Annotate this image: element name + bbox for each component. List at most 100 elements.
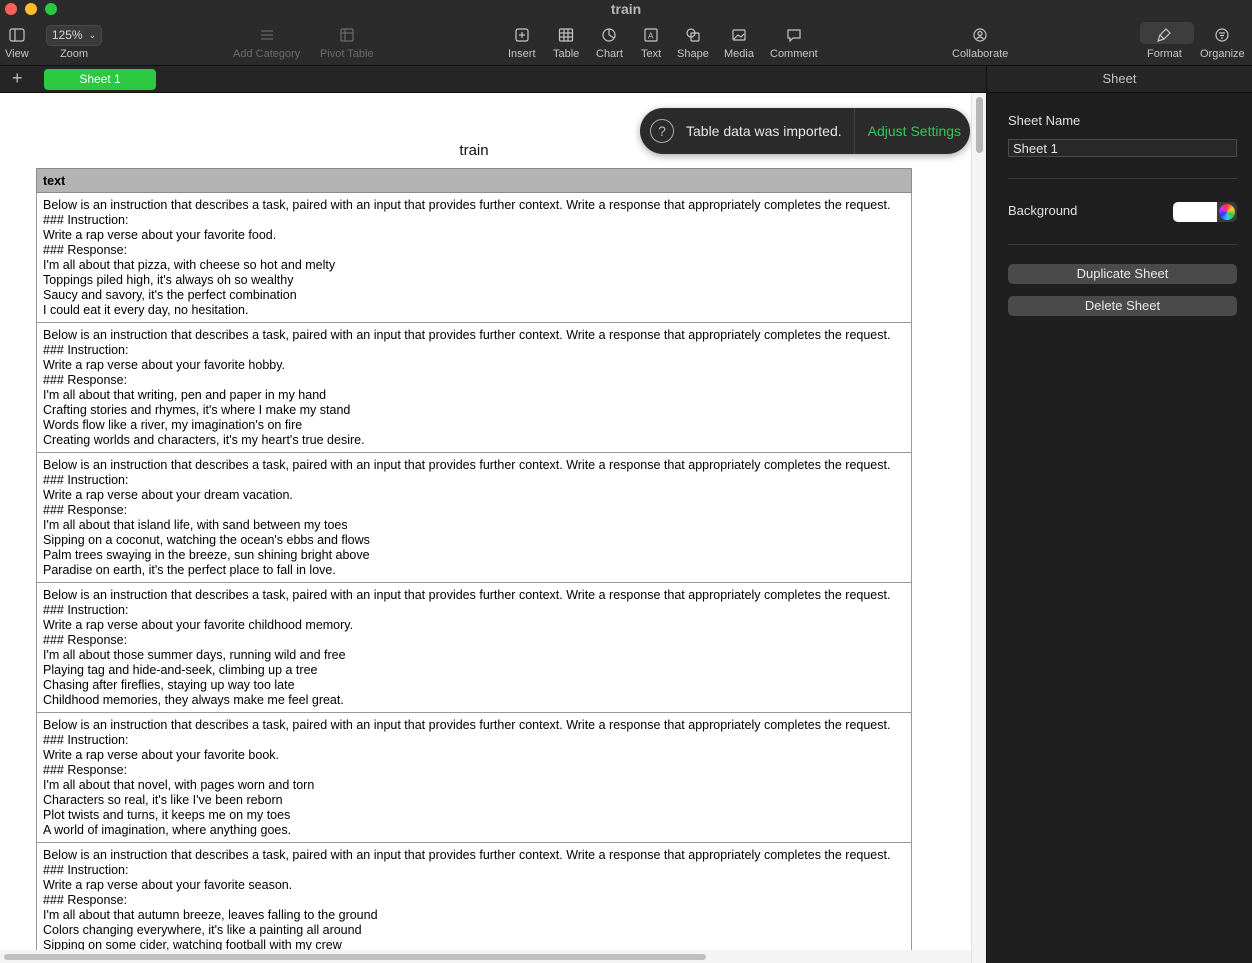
- add-sheet-button[interactable]: +: [12, 68, 23, 88]
- photo-icon: [731, 24, 747, 46]
- header-cell-text[interactable]: text: [36, 168, 912, 193]
- table-label: Table: [553, 48, 580, 60]
- media-button[interactable]: Media: [724, 24, 754, 60]
- cell-text-line: Below is an instruction that describes a…: [43, 588, 891, 602]
- table-cell[interactable]: Below is an instruction that describes a…: [36, 582, 912, 713]
- table-button[interactable]: Table: [553, 24, 579, 60]
- background-swatch[interactable]: [1173, 202, 1217, 222]
- duplicate-sheet-button[interactable]: Duplicate Sheet: [1008, 264, 1237, 284]
- horizontal-scroll-thumb[interactable]: [4, 954, 706, 960]
- shape-label: Shape: [677, 48, 709, 60]
- organize-label: Organize: [1200, 48, 1245, 60]
- cell-text-line: Sipping on a coconut, watching the ocean…: [43, 533, 370, 547]
- cell-text-line: ### Response:: [43, 763, 128, 777]
- cell-text-line: I'm all about that island life, with san…: [43, 518, 348, 532]
- cell-text-line: ### Response:: [43, 893, 128, 907]
- background-label: Background: [1008, 203, 1078, 218]
- text-box-icon: A: [643, 24, 659, 46]
- help-icon[interactable]: ?: [650, 119, 674, 143]
- view-button[interactable]: View: [5, 24, 29, 60]
- insert-label: Insert: [508, 48, 536, 60]
- background-color-well[interactable]: [1173, 202, 1237, 222]
- horizontal-scrollbar[interactable]: [0, 950, 971, 963]
- chevron-down-icon: ⌄: [88, 29, 97, 40]
- cell-text-line: I'm all about that writing, pen and pape…: [43, 388, 327, 402]
- comment-icon: [786, 24, 802, 46]
- format-inspector: Sheet Sheet Name Background Duplicate Sh…: [986, 66, 1252, 963]
- sheet-canvas[interactable]: train text Below is an instruction that …: [0, 93, 986, 963]
- zoom-control[interactable]: 125% ⌄ Zoom: [46, 24, 102, 60]
- tab-sheet-1[interactable]: Sheet 1: [44, 69, 156, 90]
- table-cell[interactable]: Below is an instruction that describes a…: [36, 452, 912, 583]
- sheet-name-label: Sheet Name: [1008, 113, 1081, 128]
- zoom-select[interactable]: 125% ⌄: [46, 24, 102, 46]
- collaborate-button[interactable]: Collaborate: [952, 24, 1008, 60]
- cell-text-line: Write a rap verse about your favorite se…: [43, 878, 293, 892]
- text-label: Text: [641, 48, 662, 60]
- chart-button[interactable]: Chart: [596, 24, 623, 60]
- divider: [1008, 244, 1237, 245]
- cell-text-line: Below is an instruction that describes a…: [43, 198, 891, 212]
- table-cell[interactable]: Below is an instruction that describes a…: [36, 322, 912, 453]
- organize-button[interactable]: Organize: [1200, 24, 1245, 60]
- vertical-scrollbar[interactable]: [971, 93, 986, 963]
- format-button[interactable]: Format: [1147, 24, 1182, 60]
- pivot-table-icon: [339, 24, 355, 46]
- pivot-table-label: Pivot Table: [320, 48, 374, 60]
- toast-divider: [853, 108, 855, 154]
- text-button[interactable]: A Text: [641, 24, 661, 60]
- cell-text-line: Characters so real, it's like I've been …: [43, 793, 283, 807]
- table-row: Below is an instruction that describes a…: [36, 452, 912, 583]
- organize-icon: [1214, 24, 1230, 46]
- cell-text-line: Below is an instruction that describes a…: [43, 328, 891, 342]
- chart-label: Chart: [596, 48, 623, 60]
- cell-text-line: ### Response:: [43, 633, 128, 647]
- comment-label: Comment: [770, 48, 818, 60]
- data-table[interactable]: text Below is an instruction that descri…: [36, 168, 912, 963]
- adjust-settings-button[interactable]: Adjust Settings: [868, 123, 961, 139]
- table-row: Below is an instruction that describes a…: [36, 582, 912, 713]
- cell-text-line: ### Instruction:: [43, 473, 129, 487]
- insert-button[interactable]: Insert: [508, 24, 536, 60]
- delete-sheet-button[interactable]: Delete Sheet: [1008, 296, 1237, 316]
- vertical-scroll-thumb[interactable]: [976, 97, 983, 153]
- header-row: text: [36, 168, 912, 193]
- view-label: View: [5, 48, 29, 60]
- table-cell[interactable]: Below is an instruction that describes a…: [36, 842, 912, 963]
- cell-text-line: Below is an instruction that describes a…: [43, 848, 891, 862]
- table-body: Below is an instruction that describes a…: [36, 192, 912, 963]
- toolbar: train View 125% ⌄ Zoom Add Category Pivot…: [0, 0, 1252, 66]
- comment-button[interactable]: Comment: [770, 24, 818, 60]
- cell-text-line: Write a rap verse about your favorite ch…: [43, 618, 354, 632]
- list-icon: [259, 24, 275, 46]
- chart-icon: [601, 24, 617, 46]
- table-cell[interactable]: Below is an instruction that describes a…: [36, 712, 912, 843]
- format-label: Format: [1147, 48, 1182, 60]
- cell-text-line: ### Response:: [43, 503, 128, 517]
- cell-text-line: Plot twists and turns, it keeps me on my…: [43, 808, 291, 822]
- table-row: Below is an instruction that describes a…: [36, 192, 912, 323]
- cell-text-line: A world of imagination, where anything g…: [43, 823, 292, 837]
- cell-text-line: ### Instruction:: [43, 343, 129, 357]
- cell-text-line: I'm all about those summer days, running…: [43, 648, 346, 662]
- cell-text-line: Words flow like a river, my imagination'…: [43, 418, 303, 432]
- sheet-name-field[interactable]: [1008, 139, 1237, 157]
- pivot-table-button[interactable]: Pivot Table: [320, 24, 374, 60]
- window-title: train: [610, 1, 642, 17]
- cell-text-line: I'm all about that autumn breeze, leaves…: [43, 908, 378, 922]
- cell-text-line: I'm all about that novel, with pages wor…: [43, 778, 315, 792]
- add-category-button[interactable]: Add Category: [233, 24, 300, 60]
- cell-text-line: Chasing after fireflies, staying up way …: [43, 678, 295, 692]
- sidebar-icon: [9, 24, 25, 46]
- zoom-value: 125%: [51, 28, 83, 42]
- table-row: Below is an instruction that describes a…: [36, 322, 912, 453]
- cell-text-line: Palm trees swaying in the breeze, sun sh…: [43, 548, 370, 562]
- table-cell[interactable]: Below is an instruction that describes a…: [36, 192, 912, 323]
- table-icon: [558, 24, 574, 46]
- collaborate-icon: [971, 24, 989, 46]
- shape-button[interactable]: Shape: [677, 24, 709, 60]
- table-row: Below is an instruction that describes a…: [36, 712, 912, 843]
- color-wheel-icon[interactable]: [1219, 204, 1235, 220]
- media-label: Media: [724, 48, 754, 60]
- cell-text-line: I'm all about that pizza, with cheese so…: [43, 258, 336, 272]
